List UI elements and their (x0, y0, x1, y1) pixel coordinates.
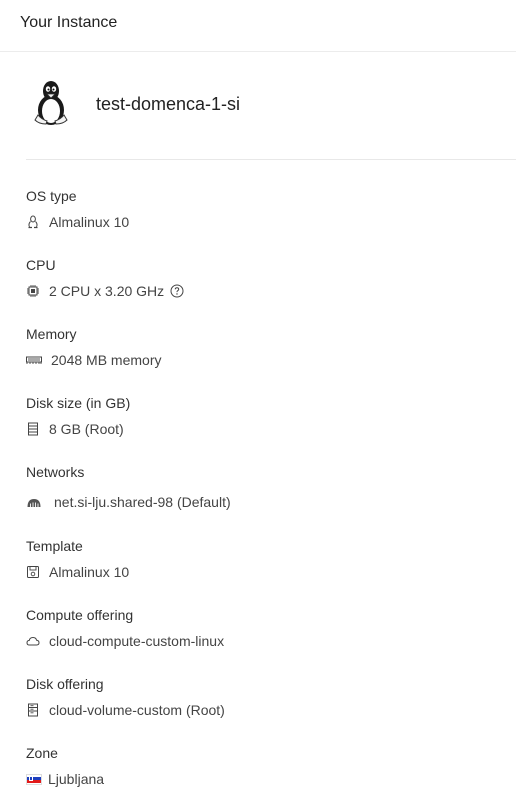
zone-label: Zone (26, 745, 58, 761)
cpu-value-row: 2 CPU x 3.20 GHz (26, 283, 184, 299)
networks-value-row: net.si-lju.shared-98 (Default) (26, 494, 231, 510)
memory-icon (26, 353, 42, 367)
instance-name: test-domenca-1-si (96, 94, 241, 114)
template-value: Almalinux 10 (49, 564, 130, 580)
disk-size-value-row: 8 GB (Root) (26, 421, 124, 437)
networks-value: net.si-lju.shared-98 (Default) (54, 494, 231, 510)
linux-icon (26, 215, 40, 229)
zone-value-row: Ljubljana (26, 771, 104, 787)
cloud-icon (26, 634, 40, 648)
instance-summary: test-domenca-1-si (26, 78, 516, 160)
os-type-value: Almalinux 10 (49, 214, 130, 230)
os-type-value-row: Almalinux 10 (26, 214, 129, 230)
zone-value: Ljubljana (48, 771, 105, 787)
detail-memory: Memory 2048 MB memory (26, 325, 506, 368)
detail-disk-offering: Disk offering cloud-volume-custom (Root) (26, 675, 506, 718)
panel-title: Your Instance (20, 14, 118, 31)
disk-icon (26, 422, 40, 436)
slovenia-flag-icon (26, 773, 42, 785)
compute-offering-value: cloud-compute-custom-linux (49, 633, 225, 649)
panel-header: Your Instance (0, 0, 516, 52)
detail-disk-size: Disk size (in GB) 8 GB (Root) (26, 394, 506, 437)
save-template-icon (26, 565, 40, 579)
memory-value-row: 2048 MB memory (26, 352, 161, 368)
cpu-label: CPU (26, 257, 56, 273)
disk-size-label: Disk size (in GB) (26, 395, 131, 411)
detail-zone: Zone Ljubljana (26, 744, 506, 787)
disk-offering-value: cloud-volume-custom (Root) (49, 702, 225, 718)
template-label: Template (26, 538, 83, 554)
question-circle-icon[interactable] (170, 284, 184, 298)
detail-networks: Networks net.si-lju.shared-98 (Default) (26, 463, 506, 510)
detail-compute-offering: Compute offering cloud-compute-custom-li… (26, 606, 506, 649)
disk-offering-label: Disk offering (26, 676, 104, 692)
networks-label: Networks (26, 464, 85, 480)
hdd-icon (26, 703, 40, 717)
compute-offering-label: Compute offering (26, 607, 134, 623)
network-api-icon (26, 495, 42, 509)
linux-penguin-icon (30, 80, 72, 128)
detail-cpu: CPU 2 CPU x 3.20 GHz (26, 256, 506, 299)
detail-os-type: OS type Almalinux 10 (26, 187, 506, 230)
compute-offering-value-row: cloud-compute-custom-linux (26, 633, 224, 649)
cpu-chip-icon (26, 284, 40, 298)
memory-label: Memory (26, 326, 77, 342)
disk-size-value: 8 GB (Root) (49, 421, 124, 437)
os-type-label: OS type (26, 188, 77, 204)
cpu-value: 2 CPU x 3.20 GHz (49, 283, 165, 299)
detail-template: Template Almalinux 10 (26, 537, 506, 580)
disk-offering-value-row: cloud-volume-custom (Root) (26, 702, 225, 718)
memory-value: 2048 MB memory (51, 352, 162, 368)
template-value-row: Almalinux 10 (26, 564, 129, 580)
